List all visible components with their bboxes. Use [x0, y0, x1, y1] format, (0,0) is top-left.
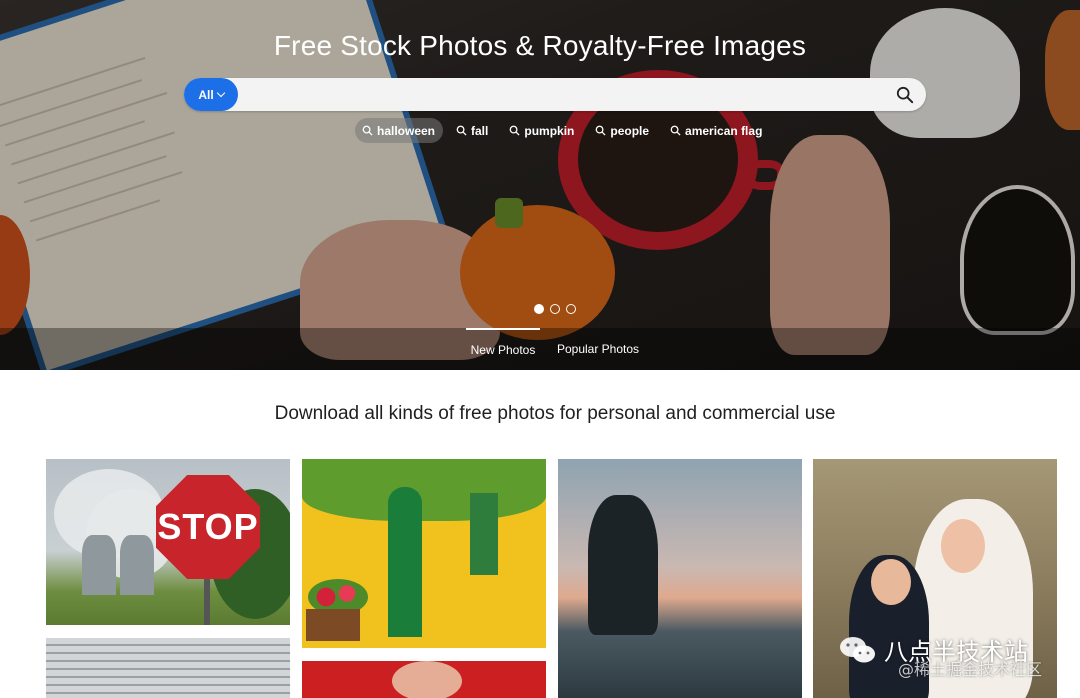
search-icon: [510, 125, 520, 136]
hero-title: Free Stock Photos & Royalty-Free Images: [273, 30, 807, 61]
section-tagline: Download all kinds of free photos for pe…: [274, 403, 836, 424]
search-scope-label: All: [198, 87, 214, 102]
carousel-dot-3[interactable]: [566, 304, 576, 314]
tab-popular-photos[interactable]: Popular Photos: [553, 328, 643, 370]
suggestion-chip-pumpkin[interactable]: pumpkin: [502, 118, 582, 143]
carousel-dot-2[interactable]: [550, 304, 560, 314]
search-scope-dropdown[interactable]: All: [184, 78, 238, 111]
suggestion-chip-fall[interactable]: fall: [449, 118, 496, 143]
suggestion-label: fall: [471, 123, 489, 138]
search-icon[interactable]: [896, 86, 914, 104]
suggestion-label: american flag: [685, 123, 763, 138]
carousel-dots: [534, 304, 576, 314]
tab-new-photos[interactable]: New Photos: [466, 328, 540, 370]
suggestion-chip-american-flag[interactable]: american flag: [663, 118, 770, 143]
chevron-down-icon: [216, 88, 225, 98]
suggestion-label: pumpkin: [524, 123, 575, 138]
wechat-icon: [840, 636, 875, 662]
search-icon: [456, 125, 467, 136]
suggestion-chip-halloween[interactable]: halloween: [355, 118, 444, 143]
suggestion-label: people: [610, 123, 650, 138]
photo-card-stop-sign[interactable]: STOP: [46, 459, 290, 625]
search-icon: [596, 125, 606, 136]
photo-card-metal-shutters[interactable]: [46, 638, 290, 698]
search-bar: All: [184, 78, 926, 111]
search-icon: [362, 125, 373, 136]
carousel-dot-1[interactable]: [534, 304, 544, 314]
search-suggestions: halloween fall pumpkin people american f…: [355, 118, 770, 143]
hero-tab-bar: [0, 328, 1080, 370]
photo-card-sunset-surfer[interactable]: [558, 459, 802, 698]
watermark-subtitle: @稀土掘金技术社区: [898, 660, 1043, 679]
photo-card-red-flower[interactable]: [302, 661, 546, 698]
search-input[interactable]: [246, 78, 866, 111]
stop-sign-text: STOP: [157, 506, 259, 547]
photo-card-yellow-house[interactable]: [302, 459, 546, 648]
suggestion-chip-people[interactable]: people: [588, 118, 657, 143]
search-icon: [670, 125, 681, 136]
suggestion-label: halloween: [377, 123, 436, 138]
